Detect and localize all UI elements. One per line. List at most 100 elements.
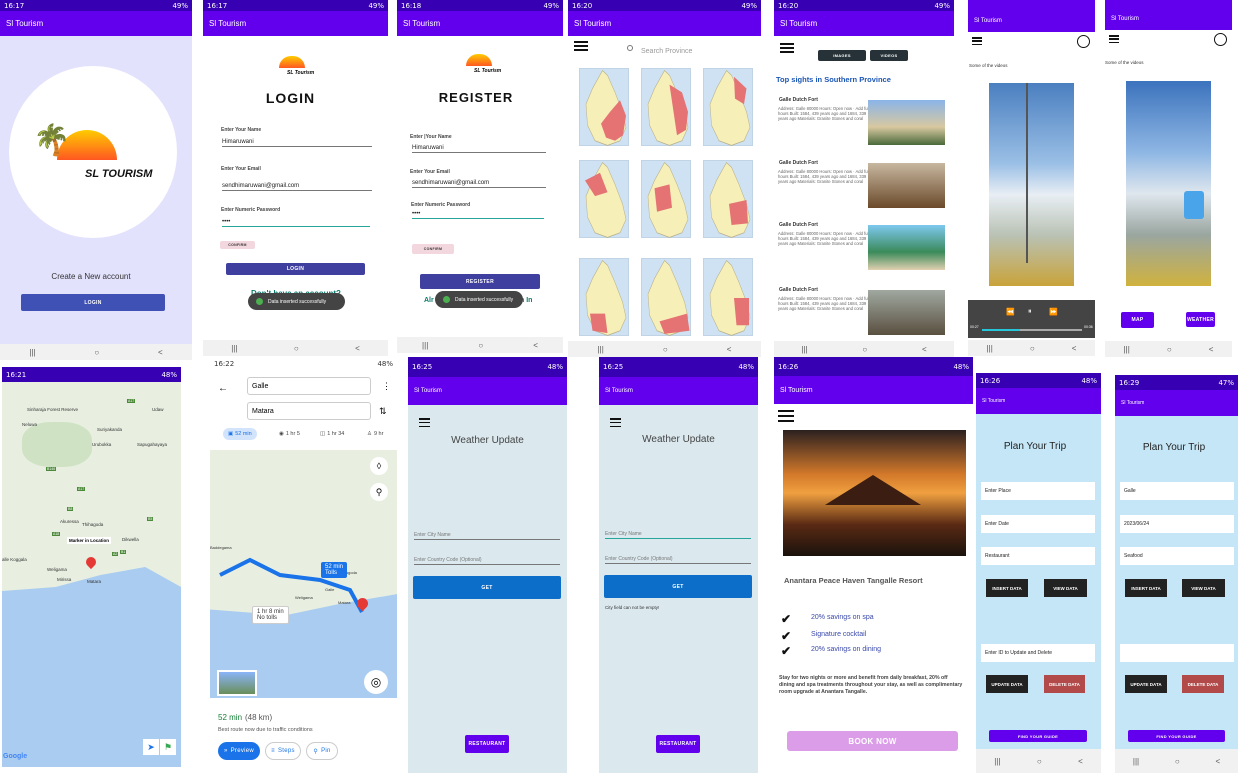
back-button[interactable]: < (1209, 345, 1214, 354)
tab-images[interactable]: IMAGES (818, 50, 866, 61)
back-button[interactable]: < (1078, 757, 1083, 766)
update-data-button[interactable]: UPDATE DATA (986, 675, 1028, 693)
province-map[interactable] (703, 68, 753, 146)
date-input[interactable]: Enter Date (981, 515, 1095, 533)
menu-icon[interactable] (780, 43, 794, 53)
find-guide-button[interactable]: FIND YOUR GUIDE (989, 730, 1087, 742)
preview-button[interactable]: » Preview (218, 742, 260, 760)
swap-icon[interactable]: ⇅ (379, 406, 387, 417)
confirm-button[interactable]: CONFIRM (220, 241, 255, 249)
view-data-button[interactable]: VIEW DATA (1182, 579, 1225, 597)
my-location-icon[interactable]: ◎ (364, 670, 388, 694)
menu-icon[interactable] (610, 418, 621, 427)
get-button[interactable]: GET (604, 575, 752, 598)
insert-data-button[interactable]: INSERT DATA (986, 579, 1028, 597)
sight-image[interactable] (868, 290, 945, 335)
recent-apps-button[interactable]: ||| (987, 344, 993, 353)
province-map[interactable] (579, 258, 629, 336)
province-map[interactable] (641, 258, 691, 336)
origin-input[interactable]: Galle (247, 377, 371, 395)
seek-bar[interactable] (982, 329, 1082, 331)
tab-videos[interactable]: VIDEOS (870, 50, 908, 61)
province-map[interactable] (703, 160, 753, 238)
country-input[interactable]: Enter Country Code (Optional) (414, 557, 560, 565)
login-link-left[interactable]: Alr (424, 297, 434, 304)
name-input[interactable]: Himaruwani (222, 139, 372, 147)
recent-apps-button[interactable]: ||| (598, 345, 604, 354)
travel-mode-tab[interactable]: ♙ 9 hr (362, 428, 388, 440)
profile-icon[interactable] (1214, 33, 1227, 46)
home-button[interactable]: ○ (1030, 344, 1035, 353)
date-input[interactable]: 2023/06/24 (1120, 515, 1234, 533)
province-map[interactable] (641, 160, 691, 238)
directions-icon[interactable]: ➤ (143, 739, 159, 755)
recent-apps-button[interactable]: ||| (994, 757, 1000, 766)
home-button[interactable]: ○ (1175, 757, 1180, 766)
home-button[interactable]: ○ (663, 345, 668, 354)
restaurant-input[interactable]: Seafood (1120, 547, 1234, 565)
back-button[interactable]: < (158, 348, 163, 357)
home-button[interactable]: ○ (1037, 757, 1042, 766)
login-button[interactable]: LOGIN (226, 263, 365, 275)
menu-icon[interactable] (419, 418, 430, 427)
travel-mode-tab[interactable]: ▣ 52 min (223, 428, 257, 440)
province-map[interactable] (641, 68, 691, 146)
delete-data-button[interactable]: DELETE DATA (1044, 675, 1085, 693)
weather-button[interactable]: WEATHER (1186, 312, 1215, 327)
rewind-icon[interactable]: ⏪ (1006, 308, 1015, 316)
get-button[interactable]: GET (413, 576, 561, 599)
travel-mode-tab[interactable]: ◉ 1 hr 5 (274, 428, 305, 440)
place-input[interactable]: Galle (1120, 482, 1234, 500)
travel-mode-tab[interactable]: ◫ 1 hr 34 (315, 428, 349, 440)
email-input[interactable]: sendhimaruwani@gmail.com (222, 183, 372, 191)
sight-image[interactable] (868, 225, 945, 270)
book-now-button[interactable]: BOOK NOW (787, 731, 958, 751)
view-data-button[interactable]: VIEW DATA (1044, 579, 1087, 597)
insert-data-button[interactable]: INSERT DATA (1125, 579, 1167, 597)
recent-apps-button[interactable]: ||| (1124, 345, 1130, 354)
home-button[interactable]: ○ (862, 345, 867, 354)
email-input[interactable]: sendhimaruwani@gmail.com (412, 180, 546, 188)
password-input[interactable]: •••• (412, 211, 544, 219)
route-bubble-alt[interactable]: 1 hr 8 min No tolls (252, 606, 289, 624)
delete-data-button[interactable]: DELETE DATA (1182, 675, 1224, 693)
place-input[interactable]: Enter Place (981, 482, 1095, 500)
profile-icon[interactable] (1077, 35, 1090, 48)
id-input[interactable] (1120, 644, 1234, 662)
back-button[interactable]: < (727, 345, 732, 354)
street-view-thumbnail[interactable] (217, 670, 257, 696)
back-button[interactable]: < (355, 344, 360, 353)
update-data-button[interactable]: UPDATE DATA (1125, 675, 1167, 693)
location-pin-icon[interactable] (83, 554, 99, 570)
create-account-link[interactable]: Create a New account (0, 272, 182, 281)
menu-icon[interactable] (1109, 35, 1119, 43)
pause-icon[interactable]: ⏸ (1028, 308, 1032, 316)
back-arrow-icon[interactable]: ← (218, 383, 228, 394)
register-button[interactable]: REGISTER (420, 274, 540, 289)
menu-icon[interactable] (778, 410, 794, 422)
recent-apps-button[interactable]: ||| (801, 345, 807, 354)
layers-icon[interactable]: ◊ (370, 457, 388, 475)
map-button[interactable]: MAP (1121, 312, 1154, 328)
restaurant-button[interactable]: RESTAURANT (465, 735, 509, 753)
more-options-icon[interactable]: ⋮ (382, 381, 391, 392)
recent-apps-button[interactable]: ||| (1133, 757, 1139, 766)
restaurant-button[interactable]: RESTAURANT (656, 735, 700, 753)
forward-icon[interactable]: ⏩ (1049, 308, 1058, 316)
password-input[interactable]: •••• (222, 219, 370, 227)
back-button[interactable]: < (533, 341, 538, 350)
menu-icon[interactable] (574, 41, 588, 51)
destination-input[interactable]: Matara (247, 402, 371, 420)
home-button[interactable]: ○ (478, 341, 483, 350)
recent-apps-button[interactable]: ||| (231, 344, 237, 353)
back-button[interactable]: < (1072, 344, 1077, 353)
search-input[interactable]: Search Province (641, 48, 692, 55)
province-map[interactable] (703, 258, 753, 336)
open-maps-icon[interactable]: ⚑ (160, 739, 176, 755)
home-button[interactable]: ○ (1167, 345, 1172, 354)
sight-image[interactable] (868, 163, 945, 208)
pin-button[interactable]: ⚲ Pin (306, 742, 338, 760)
home-button[interactable]: ○ (294, 344, 299, 353)
name-input[interactable]: Himaruwani (412, 145, 546, 153)
city-input[interactable]: Enter City Name (605, 531, 751, 539)
